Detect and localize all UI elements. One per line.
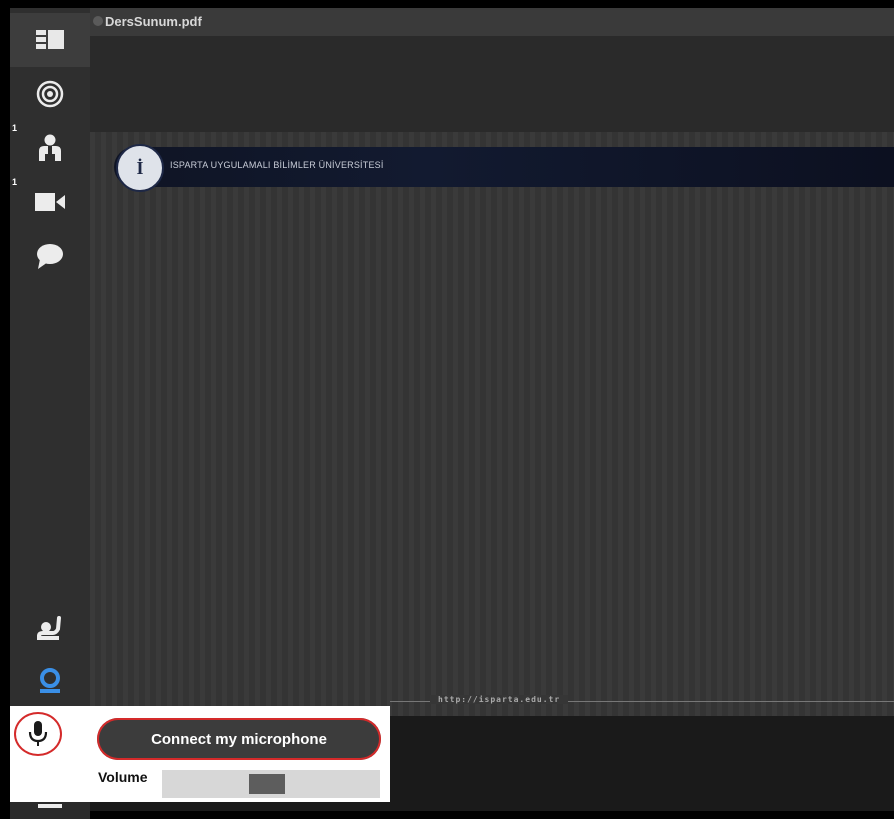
sidebar-item-chat[interactable] — [10, 229, 90, 283]
toolbar-area — [90, 36, 894, 132]
microphone-toggle[interactable] — [14, 712, 62, 756]
slide-footer-url: http://isparta.edu.tr — [430, 695, 569, 704]
microphone-panel: Connect my microphone Volume — [10, 706, 390, 802]
slide-header-banner: İ ISPARTA UYGULAMALI BİLİMLER ÜNİVERSİTE… — [114, 144, 894, 192]
document-title: DersSunum.pdf — [105, 14, 202, 29]
sidebar: 1 1 — [10, 8, 90, 819]
volume-slider-handle[interactable] — [249, 774, 285, 794]
sidebar-item-layout[interactable] — [10, 13, 90, 67]
microphone-icon — [28, 721, 48, 746]
video-camera-icon — [35, 193, 65, 211]
layout-icon — [36, 30, 64, 49]
volume-slider[interactable] — [162, 770, 380, 798]
sidebar-item-webcam[interactable] — [10, 654, 90, 708]
target-icon — [36, 80, 64, 108]
video-count-badge: 1 — [12, 177, 18, 187]
connect-microphone-button[interactable]: Connect my microphone — [97, 718, 381, 760]
document-status-dot — [93, 16, 103, 26]
sidebar-item-video[interactable]: 1 — [10, 175, 90, 229]
university-logo: İ — [116, 144, 164, 192]
presentation-area: DersSunum.pdf İ ISPARTA UYGULAMALI BİLİM… — [90, 8, 894, 811]
sidebar-item-attendees[interactable]: 1 — [10, 121, 90, 175]
attendees-count-badge: 1 — [12, 123, 18, 133]
sidebar-item-target[interactable] — [10, 67, 90, 121]
document-titlebar: DersSunum.pdf — [90, 8, 894, 36]
university-name: ISPARTA UYGULAMALI BİLİMLER ÜNİVERSİTESİ — [170, 160, 384, 170]
volume-label: Volume — [98, 769, 148, 785]
logo-letter: İ — [136, 157, 144, 178]
webcam-icon — [40, 668, 60, 693]
presentation-slide: İ ISPARTA UYGULAMALI BİLİMLER ÜNİVERSİTE… — [90, 132, 894, 716]
sidebar-item-raise-hand[interactable] — [10, 600, 90, 654]
attendees-icon — [39, 134, 61, 161]
raise-hand-icon — [37, 616, 61, 640]
chat-bubble-icon — [37, 244, 63, 269]
